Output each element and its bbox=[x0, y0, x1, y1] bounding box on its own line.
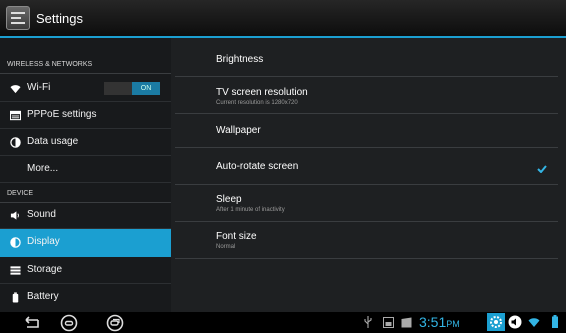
display-icon bbox=[10, 237, 21, 248]
recent-apps-icon[interactable] bbox=[106, 314, 124, 332]
pref-summary: Current resolution is 1280x720 bbox=[216, 100, 298, 106]
pref-sleep[interactable]: Sleep After 1 minute of inactivity bbox=[175, 185, 558, 222]
volume-icon[interactable] bbox=[508, 315, 522, 329]
sidebar-item-display[interactable]: Display bbox=[0, 229, 171, 257]
notification-icon bbox=[401, 317, 412, 328]
sidebar-item-pppoe[interactable]: PPPoE settings bbox=[0, 102, 171, 129]
sidebar-item-more[interactable]: More... bbox=[0, 156, 171, 183]
usb-icon bbox=[364, 316, 372, 328]
pref-title: Auto-rotate screen bbox=[216, 161, 299, 172]
wifi-signal-icon bbox=[528, 318, 540, 327]
pref-tv-resolution[interactable]: TV screen resolution Current resolution … bbox=[175, 77, 558, 114]
clock-ampm: PM bbox=[446, 319, 460, 329]
status-clock[interactable]: 3:51PM bbox=[419, 314, 460, 330]
sidebar-item-data-usage[interactable]: Data usage bbox=[0, 129, 171, 156]
pref-brightness[interactable]: Brightness bbox=[175, 42, 558, 77]
wifi-toggle-label: ON bbox=[132, 82, 160, 95]
section-header-wireless: WIRELESS & NETWORKS bbox=[0, 54, 171, 74]
pref-title: Brightness bbox=[216, 54, 264, 65]
pref-summary: After 1 minute of inactivity bbox=[216, 207, 285, 213]
screenshot-icon bbox=[383, 317, 394, 328]
clock-time: 3:51 bbox=[419, 314, 447, 330]
section-header-device: DEVICE bbox=[0, 183, 171, 203]
data-usage-icon bbox=[10, 137, 21, 148]
settings-gear-icon[interactable] bbox=[487, 313, 505, 331]
pref-title: TV screen resolution bbox=[216, 87, 308, 98]
speaker-icon bbox=[10, 211, 19, 220]
battery-status-icon bbox=[552, 315, 558, 328]
pref-auto-rotate[interactable]: Auto-rotate screen bbox=[175, 148, 558, 185]
sidebar-item-label: Display bbox=[27, 236, 60, 247]
sidebar-item-label: Storage bbox=[27, 264, 63, 275]
pref-font-size[interactable]: Font size Normal bbox=[175, 222, 558, 259]
settings-sidebar: WIRELESS & NETWORKS Wi-Fi ON PPPoE setti… bbox=[0, 38, 171, 312]
sidebar-item-label: Data usage bbox=[27, 136, 79, 147]
wifi-toggle[interactable]: ON bbox=[104, 82, 160, 95]
action-bar: Settings bbox=[0, 0, 566, 38]
pref-title: Wallpaper bbox=[216, 125, 261, 136]
sidebar-item-sound[interactable]: Sound bbox=[0, 202, 171, 229]
battery-icon bbox=[12, 292, 19, 303]
back-icon[interactable] bbox=[22, 316, 40, 330]
pref-summary: Normal bbox=[216, 244, 236, 250]
pppoe-icon bbox=[10, 110, 21, 121]
sidebar-item-label: Wi-Fi bbox=[27, 82, 51, 93]
wifi-icon bbox=[10, 85, 21, 94]
sidebar-item-label: More... bbox=[27, 163, 59, 174]
sidebar-item-label: PPPoE settings bbox=[27, 109, 97, 120]
pref-title: Sleep bbox=[216, 194, 242, 205]
sidebar-item-battery[interactable]: Battery bbox=[0, 284, 171, 311]
home-icon[interactable] bbox=[60, 314, 78, 332]
sidebar-item-label: Sound bbox=[27, 209, 56, 220]
app-title: Settings bbox=[36, 11, 83, 26]
sidebar-item-storage[interactable]: Storage bbox=[0, 257, 171, 284]
pref-title: Font size bbox=[216, 231, 257, 242]
storage-icon bbox=[10, 266, 21, 275]
auto-rotate-checkbox[interactable] bbox=[537, 165, 547, 173]
display-settings-pane: Brightness TV screen resolution Current … bbox=[171, 38, 566, 312]
sidebar-item-wifi[interactable]: Wi-Fi ON bbox=[0, 75, 171, 102]
system-bar: 3:51PM bbox=[0, 312, 566, 333]
settings-icon[interactable] bbox=[6, 6, 30, 30]
pref-wallpaper[interactable]: Wallpaper bbox=[175, 114, 558, 148]
sidebar-item-label: Battery bbox=[27, 291, 59, 302]
